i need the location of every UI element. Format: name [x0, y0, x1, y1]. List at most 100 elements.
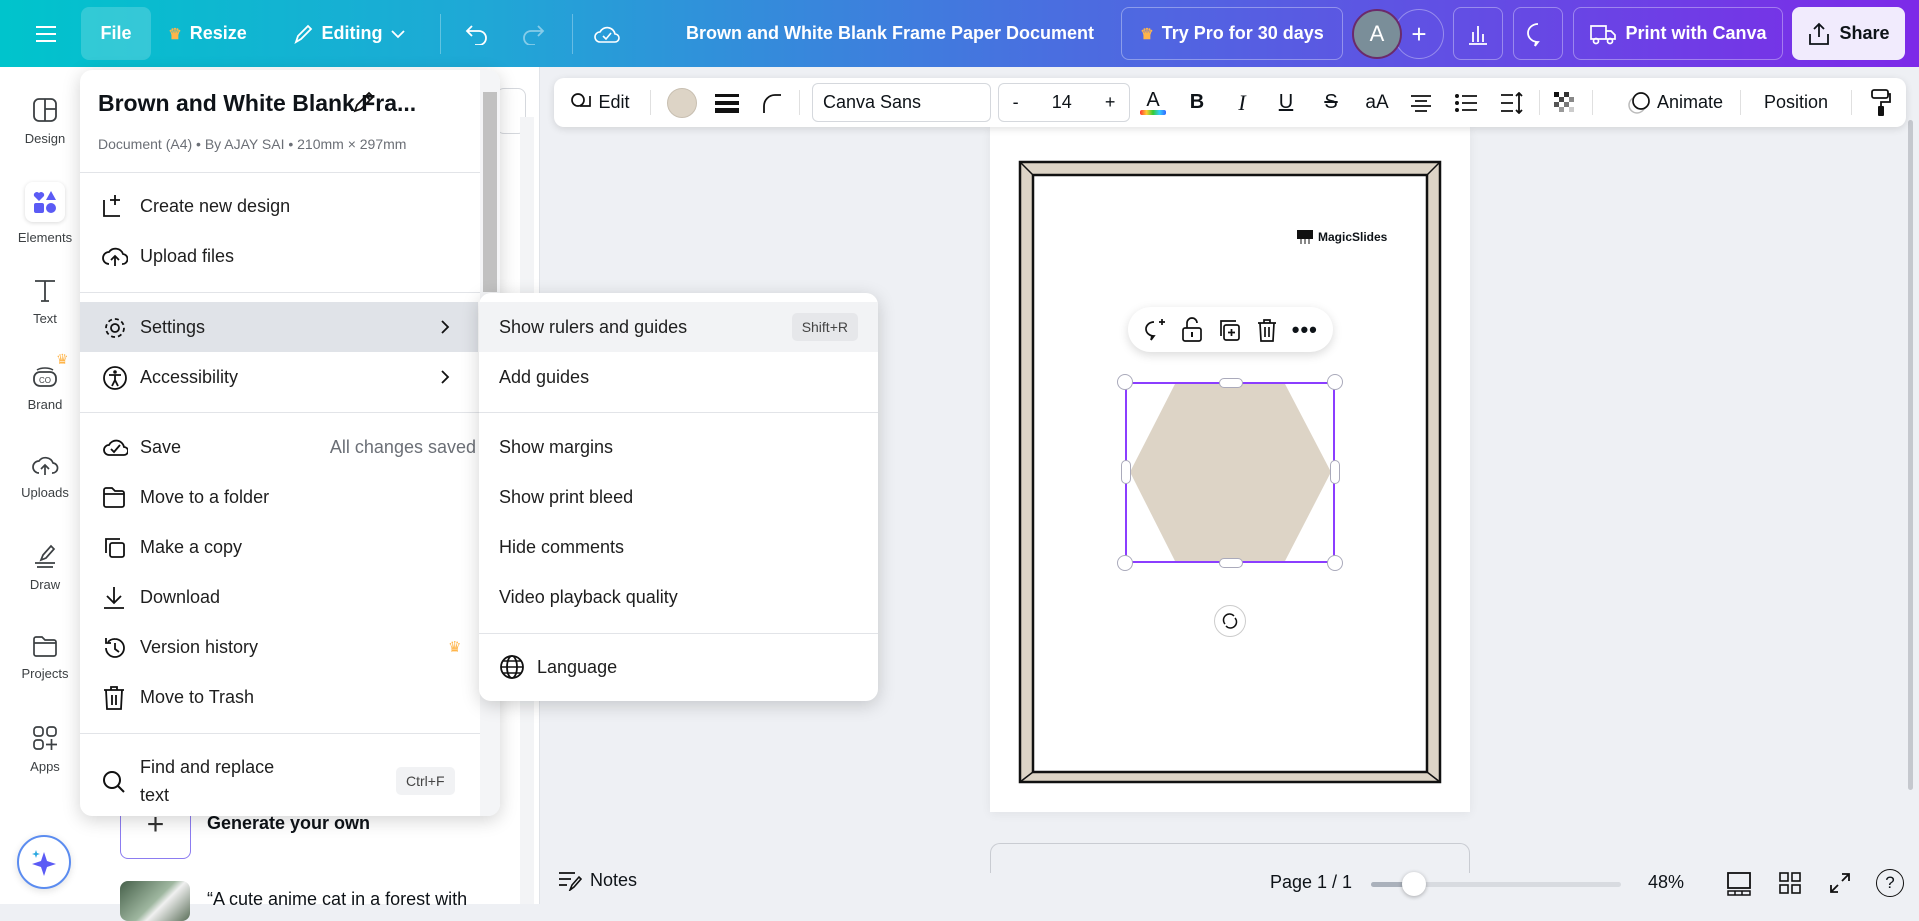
menu-item-download[interactable]: Download: [80, 572, 478, 622]
line-spacing-icon[interactable]: [1497, 78, 1527, 127]
transparency-icon[interactable]: [1550, 78, 1580, 127]
cat-thumbnail-image[interactable]: [120, 881, 190, 921]
edit-button[interactable]: Edit: [564, 78, 636, 127]
underline-button[interactable]: U: [1271, 78, 1301, 127]
border-style-icon[interactable]: [712, 78, 742, 127]
try-pro-button[interactable]: ♛ Try Pro for 30 days: [1121, 7, 1343, 60]
trash-icon[interactable]: [1256, 318, 1278, 342]
corner-rounding-icon[interactable]: [757, 78, 787, 127]
menu-item-move-to-folder[interactable]: Move to a folder: [80, 472, 478, 522]
rotate-handle[interactable]: [1214, 605, 1246, 637]
top-bar: File ♛ Resize Editing Brown and White Bla…: [0, 0, 1919, 67]
canvas-scrollbar[interactable]: [1908, 120, 1913, 790]
zoom-slider[interactable]: [1371, 872, 1621, 896]
resize-handle[interactable]: [1327, 555, 1343, 571]
grid-view-icon[interactable]: [1779, 872, 1801, 894]
resize-handle[interactable]: [1219, 558, 1243, 568]
animate-button[interactable]: Animate: [1620, 78, 1730, 127]
italic-button[interactable]: I: [1227, 78, 1257, 127]
scroll-thumb[interactable]: [483, 92, 497, 292]
sidebar-item-uploads[interactable]: Uploads: [0, 453, 90, 500]
strikethrough-button[interactable]: S: [1316, 78, 1346, 127]
menu-item-upload-files[interactable]: Upload files: [80, 231, 478, 281]
font-family-dropdown[interactable]: Canva Sans: [812, 83, 991, 122]
magic-ai-button[interactable]: [17, 835, 71, 889]
submenu-item-show-print-bleed[interactable]: Show print bleed: [479, 472, 878, 522]
sidebar-item-text[interactable]: Text: [0, 277, 90, 326]
submenu-item-add-guides[interactable]: Add guides: [479, 352, 878, 402]
submenu-item-show-margins[interactable]: Show margins: [479, 422, 878, 472]
logo-text: MagicSlides: [1318, 230, 1388, 244]
cloud-upload-icon: [102, 244, 128, 268]
avatar[interactable]: A: [1352, 9, 1402, 59]
menu-item-create-new-design[interactable]: Create new design: [80, 181, 478, 231]
page-indicator[interactable]: Page 1 / 1: [1270, 872, 1352, 893]
question-icon: ?: [1885, 873, 1895, 892]
menu-item-find-replace[interactable]: Find and replace text Ctrl+F: [80, 750, 478, 812]
fullscreen-icon[interactable]: [1829, 872, 1851, 894]
selection-box[interactable]: [1125, 382, 1335, 563]
notes-button[interactable]: Notes: [558, 870, 637, 891]
share-button[interactable]: Share: [1792, 7, 1905, 60]
insights-button[interactable]: [1453, 7, 1503, 60]
menu-item-make-copy[interactable]: Make a copy: [80, 522, 478, 572]
submenu-item-show-rulers[interactable]: Show rulers and guides Shift+R: [479, 302, 878, 352]
sidebar-item-projects[interactable]: Projects: [0, 634, 90, 681]
zoom-slider-thumb[interactable]: [1402, 872, 1427, 896]
add-comment-icon[interactable]: [1143, 318, 1167, 342]
prompt-example[interactable]: “A cute anime cat in a forest with: [207, 889, 467, 910]
sidebar-item-design[interactable]: Design: [0, 97, 90, 146]
help-button[interactable]: ?: [1876, 869, 1904, 897]
editing-mode-button[interactable]: Editing: [282, 7, 414, 60]
resize-button[interactable]: ♛ Resize: [165, 7, 250, 60]
rainbow-bar-icon: [1140, 110, 1166, 115]
redo-icon[interactable]: [511, 7, 555, 60]
position-button[interactable]: Position: [1751, 78, 1841, 127]
sidebar-item-apps[interactable]: Apps: [0, 725, 90, 774]
text-color-button[interactable]: A: [1138, 78, 1168, 127]
bold-button[interactable]: B: [1182, 78, 1212, 127]
font-size-input[interactable]: 14: [1052, 92, 1072, 113]
letter-case-button[interactable]: aA: [1360, 78, 1394, 127]
share-label: Share: [1839, 23, 1890, 43]
cloud-saved-icon[interactable]: [585, 7, 629, 60]
print-with-canva-button[interactable]: Print with Canva: [1573, 7, 1783, 60]
sidebar-item-brand[interactable]: CO ♛ Brand: [0, 351, 90, 412]
zoom-percentage[interactable]: 48%: [1648, 872, 1684, 893]
resize-handle[interactable]: [1330, 460, 1340, 484]
fill-color-swatch[interactable]: [667, 88, 697, 118]
add-page-area[interactable]: [990, 843, 1470, 873]
sidebar-item-draw[interactable]: Draw: [0, 543, 90, 592]
comments-button[interactable]: [1513, 7, 1563, 60]
resize-handle[interactable]: [1327, 374, 1343, 390]
resize-handle[interactable]: [1121, 460, 1131, 484]
resize-handle[interactable]: [1117, 555, 1133, 571]
sidebar-label: Brand: [27, 397, 63, 412]
menu-item-accessibility[interactable]: Accessibility: [80, 352, 478, 402]
menu-item-settings[interactable]: Settings: [80, 302, 478, 352]
increase-font-size-button[interactable]: +: [1105, 92, 1116, 113]
align-center-icon[interactable]: [1406, 78, 1436, 127]
document-title[interactable]: Brown and White Blank Frame Paper Docume…: [660, 7, 1120, 60]
undo-icon[interactable]: [455, 7, 499, 60]
submenu-item-language[interactable]: Language: [479, 642, 878, 692]
resize-handle[interactable]: [1219, 378, 1243, 388]
page-view-icon[interactable]: [1727, 872, 1751, 896]
file-button[interactable]: File: [81, 7, 151, 60]
duplicate-icon[interactable]: [1217, 318, 1241, 342]
submenu-item-video-quality[interactable]: Video playback quality: [479, 572, 878, 622]
sidebar-item-elements[interactable]: Elements: [0, 182, 90, 245]
unlock-icon[interactable]: [1181, 316, 1203, 343]
submenu-item-hide-comments[interactable]: Hide comments: [479, 522, 878, 572]
bullet-list-icon[interactable]: [1451, 78, 1481, 127]
menu-item-move-to-trash[interactable]: Move to Trash: [80, 672, 478, 722]
menu-item-save[interactable]: Save All changes saved: [80, 422, 478, 472]
decrease-font-size-button[interactable]: -: [1013, 92, 1019, 113]
menu-icon[interactable]: [24, 7, 68, 60]
design-page[interactable]: MagicSlides •••: [990, 126, 1470, 812]
copy-style-paint-roller-icon[interactable]: [1866, 78, 1896, 127]
resize-handle[interactable]: [1117, 374, 1133, 390]
menu-item-version-history[interactable]: Version history ♛: [80, 622, 478, 672]
rename-pencil-icon[interactable]: [352, 90, 376, 114]
more-options-icon[interactable]: •••: [1292, 317, 1318, 343]
